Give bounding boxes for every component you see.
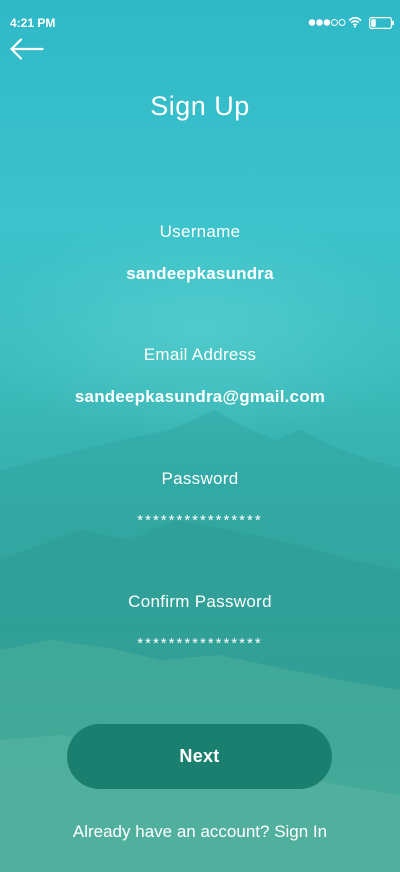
status-bar: 4:21 PM [0, 0, 400, 30]
battery-icon [369, 17, 394, 29]
page-title: Sign Up [150, 91, 250, 121]
signup-screen: 4:21 PM Sign Up Username sandeepkasundra… [0, 0, 400, 872]
back-button[interactable] [8, 34, 46, 64]
email-input[interactable]: sandeepkasundra@gmail.com [30, 386, 370, 408]
email-field-group: Email Address sandeepkasundra@gmail.com [0, 344, 400, 408]
signal-dots-icon [308, 19, 346, 26]
username-input[interactable]: sandeepkasundra [30, 263, 370, 285]
status-time: 4:21 PM [10, 16, 56, 30]
password-input[interactable]: **************** [30, 510, 370, 532]
confirm-password-input[interactable]: **************** [30, 633, 370, 655]
signin-link[interactable]: Sign In [274, 822, 327, 841]
password-field-group: Password **************** [0, 468, 400, 532]
email-label: Email Address [143, 345, 257, 364]
next-button[interactable]: Next [67, 724, 332, 789]
confirm-password-label: Confirm Password [128, 592, 272, 611]
signin-prompt-text: Already have an account? [72, 822, 275, 841]
wifi-icon [348, 16, 362, 28]
password-label: Password [161, 469, 239, 488]
signin-prompt-row: Already have an account? Sign In [0, 821, 400, 843]
username-label: Username [159, 222, 241, 241]
username-field-group: Username sandeepkasundra [0, 221, 400, 285]
confirm-password-field-group: Confirm Password **************** [0, 591, 400, 655]
arrow-left-icon [10, 38, 44, 60]
